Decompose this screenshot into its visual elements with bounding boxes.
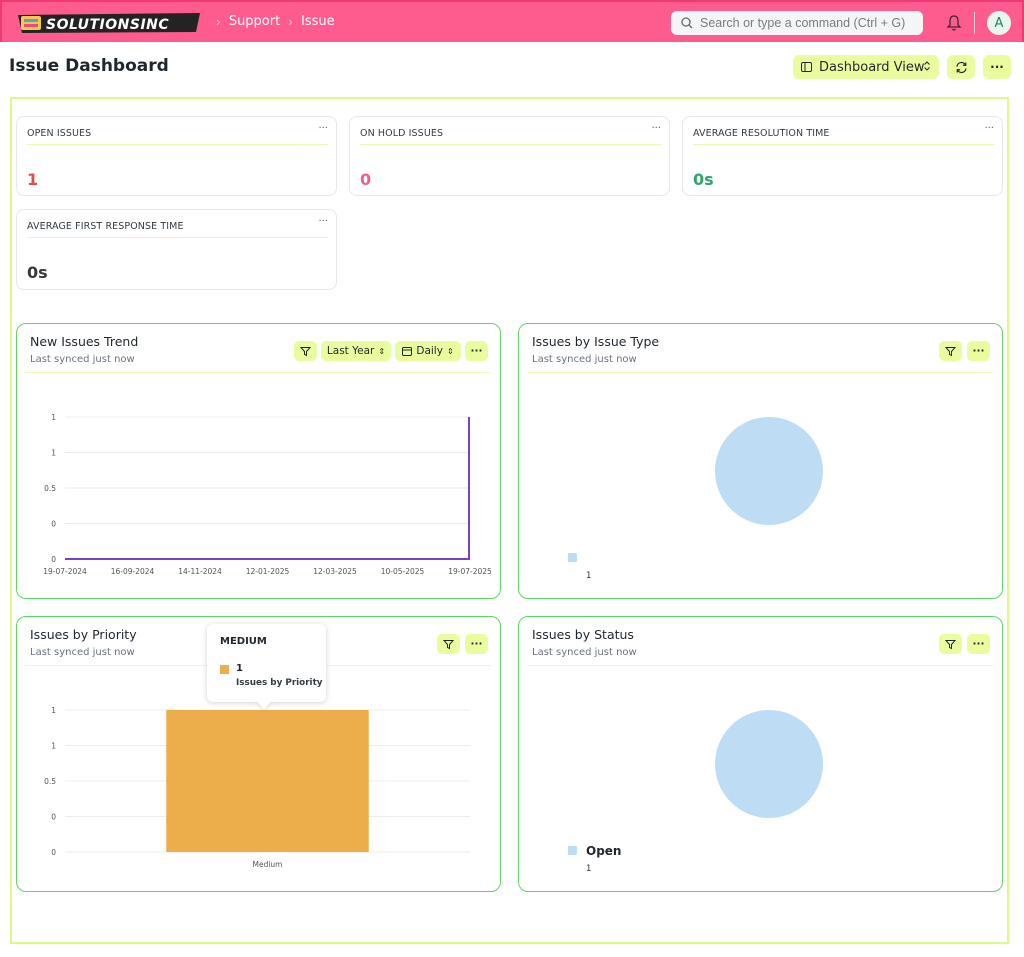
divider xyxy=(27,237,328,238)
page-title: Issue Dashboard xyxy=(9,56,169,76)
legend-swatch xyxy=(568,846,577,855)
chart-card-issues-by-issue-type: Issues by Issue Type Last synced just no… xyxy=(518,323,1003,599)
pie-chart: Open 1 xyxy=(568,710,823,874)
number-card-average-first-response-time[interactable]: AVERAGE FIRST RESPONSE TIME ··· 0s xyxy=(16,209,337,290)
pie-chart: 1 xyxy=(568,417,823,581)
tooltip-value: 1 xyxy=(236,663,243,674)
divider xyxy=(27,144,328,145)
y-tick-label: 1 xyxy=(51,742,56,751)
dashboard-view-select[interactable]: Dashboard View xyxy=(793,55,939,79)
pie-slice xyxy=(715,710,823,818)
legend-swatch xyxy=(568,553,577,562)
top-navbar: SOLUTIONSINC › Support › Issue Search or… xyxy=(0,0,1024,42)
y-tick-label: 0 xyxy=(51,520,56,529)
y-tick-label: 1 xyxy=(51,449,56,458)
x-tick-label: Medium xyxy=(253,860,283,869)
divider xyxy=(693,144,994,145)
pie-slice xyxy=(715,417,823,525)
number-card-open-issues[interactable]: OPEN ISSUES ··· 1 xyxy=(16,116,337,196)
y-tick-label: 0.5 xyxy=(44,777,56,786)
chart-card-new-issues-trend: New Issues Trend Last synced just now La… xyxy=(16,323,501,599)
card-value: 0s xyxy=(27,263,48,282)
legend-value: 1 xyxy=(586,864,591,874)
y-tick-label: 0 xyxy=(51,813,56,822)
refresh-button[interactable] xyxy=(947,55,975,79)
divider xyxy=(360,144,661,145)
legend-label: Open xyxy=(586,844,621,858)
card-label: ON HOLD ISSUES xyxy=(360,128,444,139)
ellipsis-icon: ··· xyxy=(990,60,1004,74)
x-tick-label: 12-01-2025 xyxy=(246,567,290,576)
y-tick-label: 0.5 xyxy=(44,484,56,493)
avatar[interactable]: A xyxy=(987,11,1011,35)
search-icon xyxy=(681,17,693,29)
card-menu-button[interactable]: ··· xyxy=(318,123,328,134)
search-placeholder: Search or type a command (Ctrl + G) xyxy=(700,16,906,30)
number-card-average-resolution-time[interactable]: AVERAGE RESOLUTION TIME ··· 0s xyxy=(682,116,1003,196)
card-label: AVERAGE RESOLUTION TIME xyxy=(693,128,830,139)
bell-icon[interactable] xyxy=(946,14,962,32)
x-tick-label: 14-11-2024 xyxy=(178,567,222,576)
x-tick-label: 19-07-2024 xyxy=(43,567,87,576)
chart-tooltip: MEDIUM 1 Issues by Priority xyxy=(207,624,326,710)
x-tick-label: 19-07-2025 xyxy=(448,567,492,576)
card-value: 0s xyxy=(693,170,714,189)
divider xyxy=(974,12,975,34)
logo-text: SOLUTIONSINC xyxy=(46,17,169,33)
breadcrumb-issue[interactable]: Issue xyxy=(301,14,335,29)
chevron-right-icon: › xyxy=(288,14,294,29)
refresh-icon xyxy=(955,61,967,73)
x-tick-label: 16-09-2024 xyxy=(111,567,155,576)
card-menu-button[interactable]: ··· xyxy=(984,123,994,134)
number-card-on-hold-issues[interactable]: ON HOLD ISSUES ··· 0 xyxy=(349,116,670,196)
card-label: AVERAGE FIRST RESPONSE TIME xyxy=(27,221,184,232)
card-menu-button[interactable]: ··· xyxy=(651,123,661,134)
card-value: 1 xyxy=(27,170,39,189)
y-tick-label: 1 xyxy=(51,706,56,715)
search-input[interactable]: Search or type a command (Ctrl + G) xyxy=(671,11,923,35)
x-tick-label: 10-05-2025 xyxy=(381,567,425,576)
tooltip-series: Issues by Priority xyxy=(236,678,323,688)
chevron-right-icon: › xyxy=(216,14,221,29)
y-tick-label: 0 xyxy=(51,555,56,564)
x-tick-label: 12-03-2025 xyxy=(313,567,357,576)
card-value: 0 xyxy=(360,170,372,189)
card-label: OPEN ISSUES xyxy=(27,128,92,139)
bar xyxy=(166,710,369,852)
breadcrumb: › Support › Issue xyxy=(216,14,335,29)
chevron-up-down-icon xyxy=(924,61,930,71)
tooltip-swatch xyxy=(220,665,229,674)
breadcrumb-support[interactable]: Support xyxy=(229,14,280,29)
line-chart: 0 0 0.5 1 1 19-07-2024 16-09-2024 14-11-2024 12-… xyxy=(43,413,492,576)
dashboard-view-label: Dashboard View xyxy=(819,59,925,75)
layout-icon xyxy=(801,62,812,72)
more-options-button[interactable]: ··· xyxy=(983,55,1011,79)
y-tick-label: 0 xyxy=(51,848,56,857)
legend-value: 1 xyxy=(586,571,591,581)
y-tick-label: 1 xyxy=(51,413,56,422)
chart-card-issues-by-status: Issues by Status Last synced just now ··… xyxy=(518,616,1003,892)
card-menu-button[interactable]: ··· xyxy=(318,216,328,227)
tooltip-title: MEDIUM xyxy=(220,636,267,647)
app-logo[interactable]: SOLUTIONSINC xyxy=(16,12,202,34)
